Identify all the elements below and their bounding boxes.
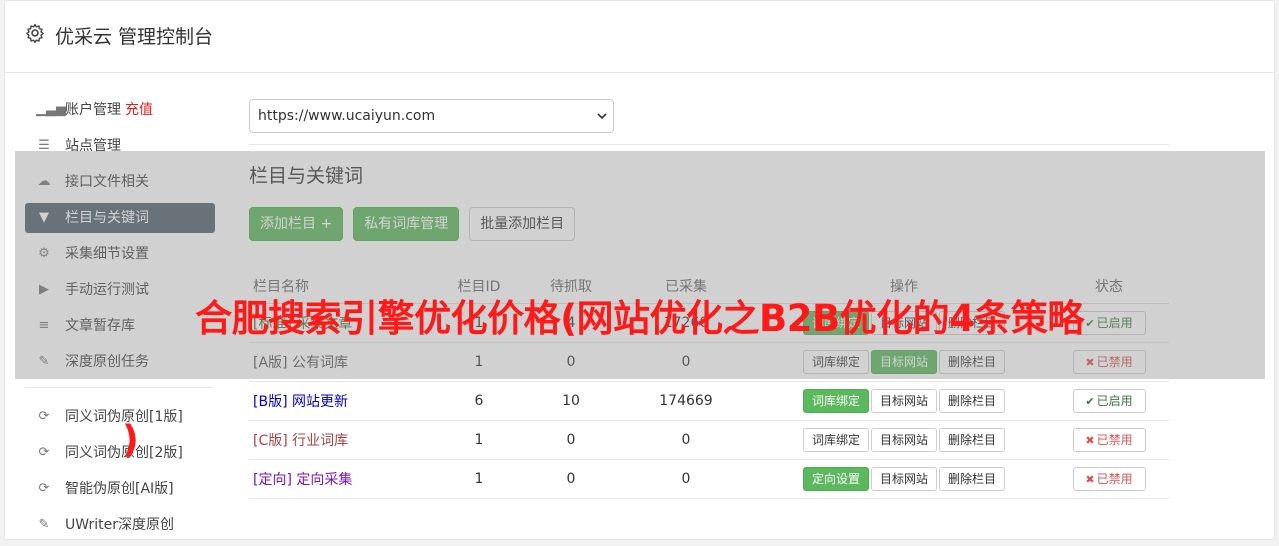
table-row: [C版] 行业词库 1 0 0 词库绑定 目标网站 删除栏目 ✖ 已禁用 xyxy=(249,420,1169,460)
chevron-down-icon xyxy=(597,113,607,120)
status-badge[interactable]: ✖ 已禁用 xyxy=(1072,427,1146,452)
target-site-button[interactable]: 目标网站 xyxy=(870,388,937,413)
delete-column-button[interactable]: 删除栏目 xyxy=(939,466,1006,491)
sidebar-item-label: 账户管理 xyxy=(65,102,121,118)
delete-column-button[interactable]: 删除栏目 xyxy=(939,388,1006,413)
status-label: 已禁用 xyxy=(1096,432,1133,447)
status-badge[interactable]: ✖ 已禁用 xyxy=(1072,466,1146,491)
divider xyxy=(249,144,1169,145)
column-ops: 词库绑定 目标网站 删除栏目 xyxy=(759,420,1049,460)
target-site-button[interactable]: 目标网站 xyxy=(870,466,937,491)
column-id: 1 xyxy=(429,459,529,499)
column-name[interactable]: [C版] 行业词库 xyxy=(249,420,429,460)
column-id: 6 xyxy=(429,381,529,421)
sidebar-divider xyxy=(25,387,213,388)
delete-column-button[interactable]: 删除栏目 xyxy=(939,427,1006,452)
bind-lexicon-button[interactable]: 词库绑定 xyxy=(802,427,869,452)
column-name-text[interactable]: [定向] 定向采集 xyxy=(253,472,352,488)
header: 优采云 管理控制台 xyxy=(5,1,1274,73)
overlay-shade xyxy=(15,151,1265,379)
cross-icon: ✖ xyxy=(1085,472,1095,486)
page-title: 优采云 管理控制台 xyxy=(55,26,214,48)
sidebar-item-synonym-v2[interactable]: ⟳ 同义词伪原创[2版] xyxy=(25,438,215,468)
sidebar-item-account[interactable]: ▁▃▅ 账户管理 充值 xyxy=(25,95,215,125)
target-site-button[interactable]: 目标网站 xyxy=(870,427,937,452)
column-ops: 定向设置 目标网站 删除栏目 xyxy=(759,459,1049,499)
bind-lexicon-button[interactable]: 词库绑定 xyxy=(802,388,869,413)
recharge-link[interactable]: 充值 xyxy=(125,102,153,118)
site-select-value: https://www.ucaiyun.com xyxy=(258,108,436,124)
status-label: 已禁用 xyxy=(1096,471,1133,486)
banner-text-continued: ) xyxy=(122,418,139,461)
column-done: 0 xyxy=(613,420,759,460)
column-name[interactable]: [定向] 定向采集 xyxy=(249,459,429,499)
column-pending: 10 xyxy=(529,381,613,421)
column-pending: 0 xyxy=(529,459,613,499)
refresh-icon: ⟳ xyxy=(38,409,50,424)
banner-text: 合肥搜索引擎优化价格(网站优化之B2B优化的4条策略 xyxy=(195,297,1084,340)
column-status: ✖ 已禁用 xyxy=(1049,420,1169,460)
column-done: 0 xyxy=(613,459,759,499)
site-select[interactable]: https://www.ucaiyun.com xyxy=(249,99,614,133)
bind-lexicon-button[interactable]: 定向设置 xyxy=(802,466,869,491)
sidebar-item-label: 智能伪原创[AI版] xyxy=(65,481,174,497)
sidebar-item-synonym-v1[interactable]: ⟳ 同义词伪原创[1版] xyxy=(25,402,215,432)
table-row: [B版] 网站更新 6 10 174669 词库绑定 目标网站 删除栏目 ✔ 已启用 xyxy=(249,381,1169,421)
sidebar-item-uwriter[interactable]: ✎ UWriter深度原创 xyxy=(25,510,215,540)
column-ops: 词库绑定 目标网站 删除栏目 xyxy=(759,381,1049,421)
refresh-icon: ⟳ xyxy=(38,481,50,496)
sidebar-item-ai-rewrite[interactable]: ⟳ 智能伪原创[AI版] xyxy=(25,474,215,504)
column-pending: 0 xyxy=(529,420,613,460)
table-row: [定向] 定向采集 1 0 0 定向设置 目标网站 删除栏目 ✖ 已禁用 xyxy=(249,459,1169,499)
column-name-text[interactable]: [B版] 网站更新 xyxy=(253,394,348,410)
status-label: 已启用 xyxy=(1096,393,1133,408)
column-done: 174669 xyxy=(613,381,759,421)
column-name[interactable]: [B版] 网站更新 xyxy=(249,381,429,421)
check-icon: ✔ xyxy=(1085,394,1095,408)
sidebar-item-label: UWriter深度原创 xyxy=(65,517,174,533)
column-status: ✔ 已启用 xyxy=(1049,381,1169,421)
bar-chart-icon: ▁▃▅ xyxy=(36,102,66,117)
column-id: 1 xyxy=(429,420,529,460)
refresh-icon: ⟳ xyxy=(38,445,50,460)
column-status: ✖ 已禁用 xyxy=(1049,459,1169,499)
column-name-text[interactable]: [C版] 行业词库 xyxy=(253,433,348,449)
gear-icon xyxy=(26,23,44,43)
cross-icon: ✖ xyxy=(1085,433,1095,447)
status-badge[interactable]: ✔ 已启用 xyxy=(1072,388,1146,413)
